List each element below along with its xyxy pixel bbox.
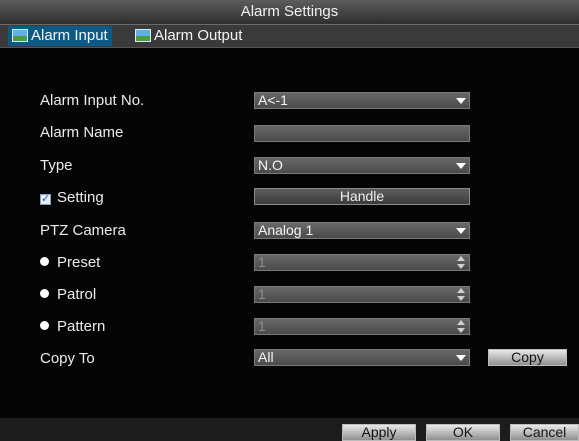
pattern-label: Pattern <box>57 318 106 335</box>
handle-button[interactable]: Handle <box>254 188 470 205</box>
tab-bar: Alarm Input Alarm Output <box>0 25 579 48</box>
copy-to-value: All <box>258 349 274 365</box>
ptz-camera-label: PTZ Camera <box>40 222 126 239</box>
picture-icon <box>135 29 151 42</box>
copy-to-label: Copy To <box>40 350 95 367</box>
alarm-input-no-dropdown[interactable]: A<-1 <box>254 92 470 109</box>
type-label: Type <box>40 157 73 174</box>
copy-button[interactable]: Copy <box>488 349 567 366</box>
picture-icon <box>12 29 28 42</box>
pattern-spinbox[interactable]: 1 <box>254 318 470 335</box>
patrol-radio[interactable] <box>40 289 49 298</box>
alarm-input-no-label: Alarm Input No. <box>40 92 145 109</box>
chevron-down-icon <box>456 163 466 169</box>
patrol-row: Patrol <box>40 286 96 304</box>
chevron-down-icon <box>456 355 466 361</box>
setting-row: ✓ Setting <box>40 189 104 207</box>
pattern-row: Pattern <box>40 318 105 336</box>
patrol-label: Patrol <box>57 286 97 303</box>
patrol-spinbox[interactable]: 1 <box>254 286 470 303</box>
copy-to-dropdown[interactable]: All <box>254 349 470 366</box>
tab-alarm-input-label: Alarm Input <box>31 27 108 44</box>
apply-button[interactable]: Apply <box>342 424 416 441</box>
tab-alarm-output-label: Alarm Output <box>154 27 243 44</box>
cancel-button[interactable]: Cancel <box>510 424 579 441</box>
patrol-value: 1 <box>258 286 266 302</box>
type-value: N.O <box>258 157 283 173</box>
preset-row: Preset <box>40 254 100 272</box>
tab-alarm-input[interactable]: Alarm Input <box>8 26 112 46</box>
setting-label: Setting <box>57 189 104 206</box>
tab-alarm-output[interactable]: Alarm Output <box>131 26 242 46</box>
ptz-camera-value: Analog 1 <box>258 222 314 238</box>
pattern-value: 1 <box>258 318 266 334</box>
setting-checkbox[interactable]: ✓ <box>40 194 51 205</box>
type-dropdown[interactable]: N.O <box>254 157 470 174</box>
alarm-name-input[interactable] <box>254 125 470 142</box>
spinner-icon <box>457 288 465 301</box>
window-title: Alarm Settings <box>0 0 579 25</box>
spinner-icon <box>457 320 465 333</box>
preset-radio[interactable] <box>40 257 49 266</box>
chevron-down-icon <box>456 98 466 104</box>
preset-label: Preset <box>57 254 101 271</box>
alarm-name-label: Alarm Name <box>40 124 124 141</box>
alarm-input-no-value: A<-1 <box>258 92 288 108</box>
pattern-radio[interactable] <box>40 321 49 330</box>
spinner-icon <box>457 256 465 269</box>
ok-button[interactable]: OK <box>426 424 500 441</box>
preset-value: 1 <box>258 254 266 270</box>
ptz-camera-dropdown[interactable]: Analog 1 <box>254 222 470 239</box>
preset-spinbox[interactable]: 1 <box>254 254 470 271</box>
chevron-down-icon <box>456 228 466 234</box>
